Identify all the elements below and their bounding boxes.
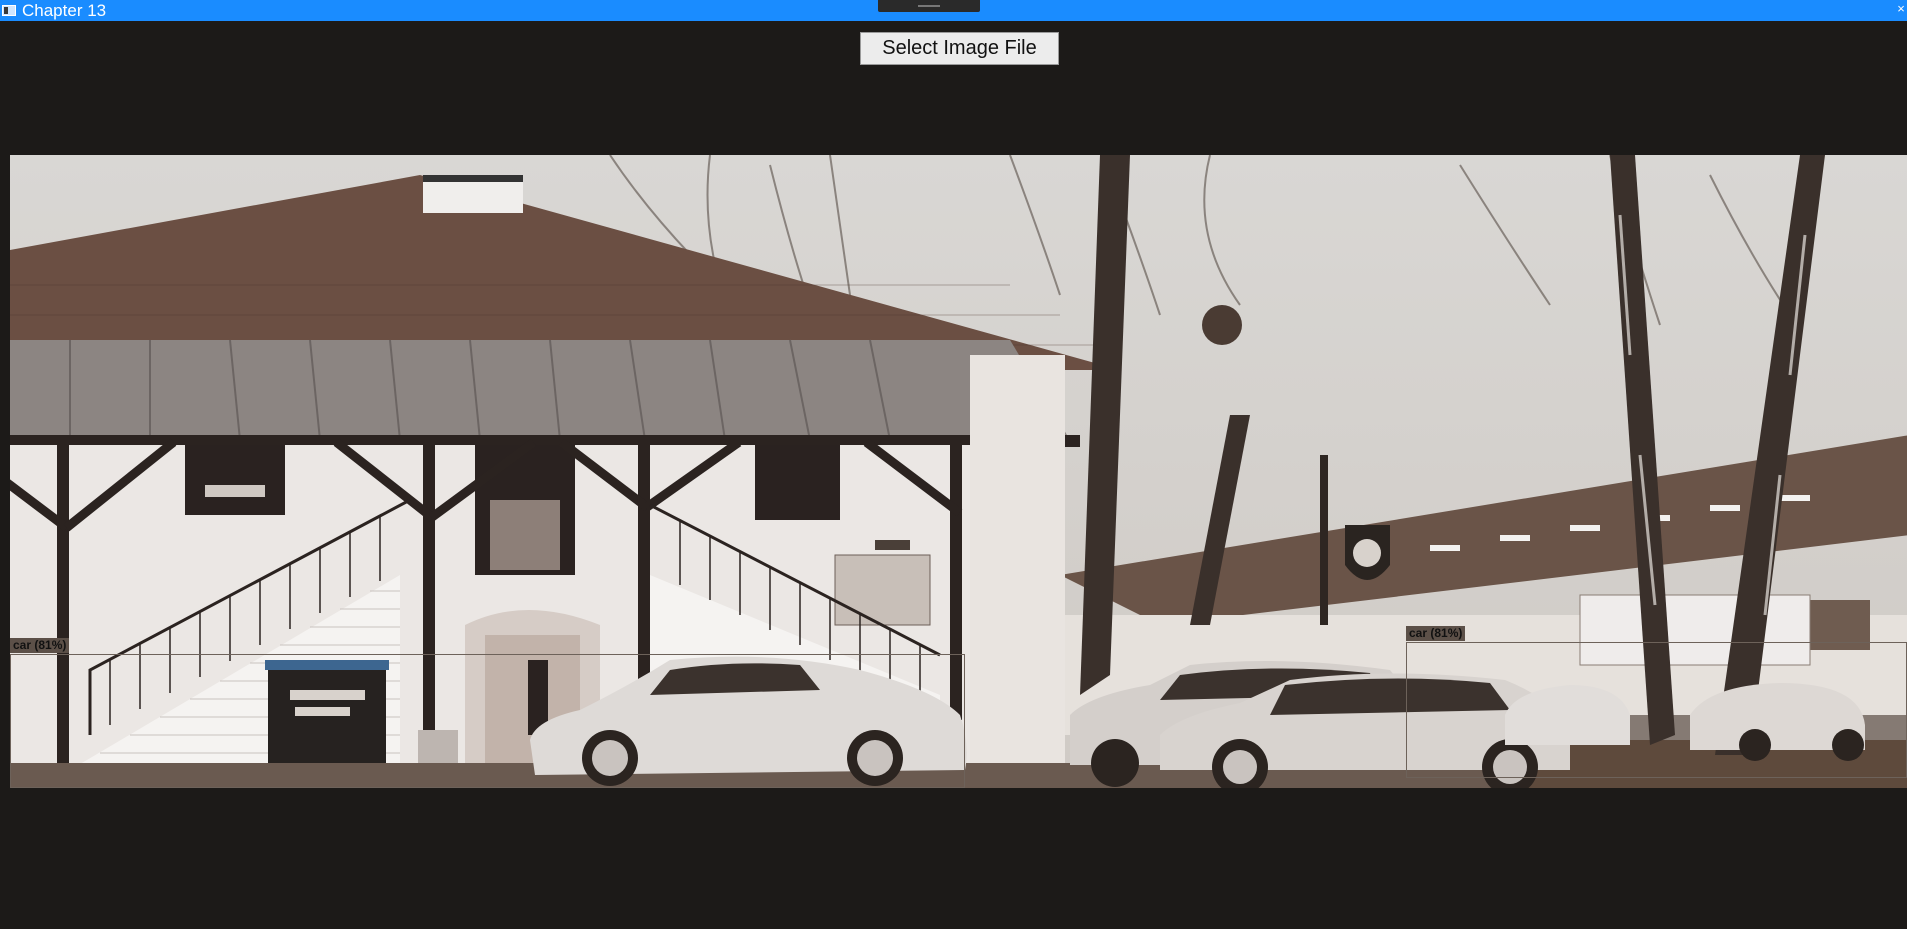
app-window-icon bbox=[2, 5, 16, 16]
detection-label-car-2: car (81%) bbox=[1406, 626, 1466, 641]
detection-box-car-1 bbox=[10, 654, 965, 788]
close-icon[interactable]: × bbox=[1895, 0, 1907, 21]
loaded-photo: car (81%) car (81%) bbox=[10, 155, 1907, 788]
detection-box-car-2 bbox=[1406, 642, 1907, 778]
detection-label-car-1: car (81%) bbox=[10, 638, 70, 653]
drag-handle[interactable] bbox=[878, 0, 980, 12]
title-bar[interactable]: Chapter 13 × bbox=[0, 0, 1907, 21]
select-image-file-button[interactable]: Select Image File bbox=[860, 32, 1059, 65]
window-title: Chapter 13 bbox=[22, 1, 107, 20]
